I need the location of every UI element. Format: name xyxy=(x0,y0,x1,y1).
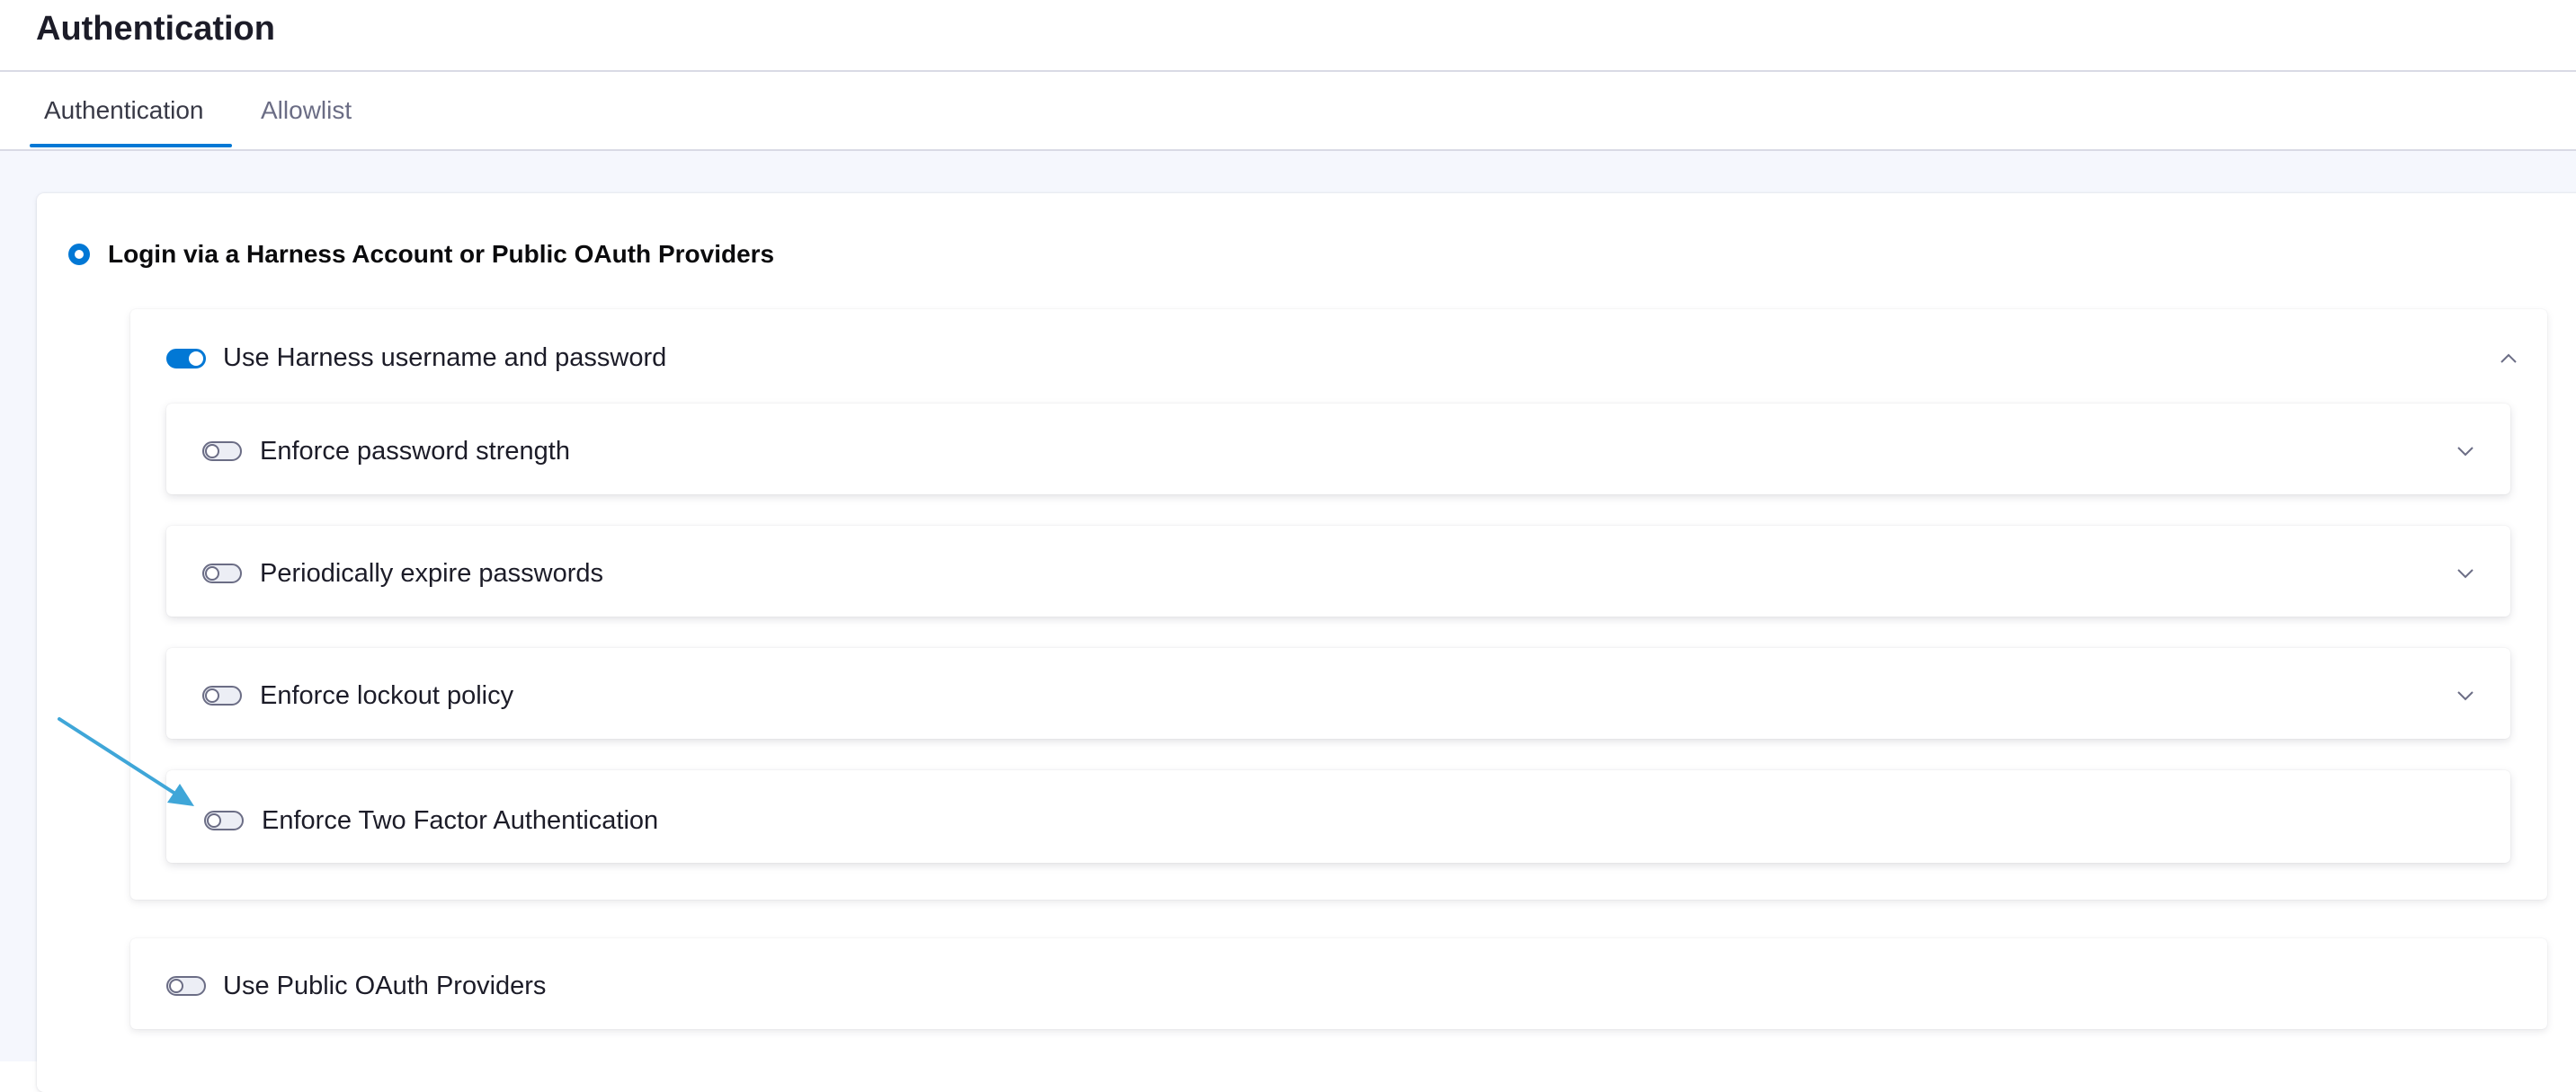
expire-passwords-toggle[interactable] xyxy=(202,564,242,583)
oauth-providers-toggle[interactable] xyxy=(166,976,206,996)
page-header: Authentication xyxy=(0,0,2576,72)
expire-passwords-label: Periodically expire passwords xyxy=(260,559,603,588)
harness-account-toggle[interactable] xyxy=(166,349,206,368)
tab-bar: Authentication Allowlist xyxy=(0,72,2576,151)
oauth-providers-label: Use Public OAuth Providers xyxy=(223,972,547,1000)
setting-panel-lockout-policy[interactable] xyxy=(166,648,2510,739)
chevron-down-icon[interactable] xyxy=(2455,440,2476,462)
active-tab-indicator xyxy=(30,144,232,147)
two-factor-toggle[interactable] xyxy=(204,811,244,830)
password-strength-label: Enforce password strength xyxy=(260,437,570,466)
lockout-policy-label: Enforce lockout policy xyxy=(260,681,514,710)
chevron-up-icon[interactable] xyxy=(2498,348,2519,369)
tab-authentication[interactable]: Authentication xyxy=(44,95,203,126)
two-factor-label: Enforce Two Factor Authentication xyxy=(262,806,659,835)
login-option-label: Login via a Harness Account or Public OA… xyxy=(108,240,775,268)
lockout-policy-toggle[interactable] xyxy=(202,686,242,706)
login-option-radio[interactable] xyxy=(68,244,90,265)
page-title: Authentication xyxy=(36,10,275,48)
chevron-down-icon[interactable] xyxy=(2455,563,2476,584)
harness-account-label: Use Harness username and password xyxy=(223,343,667,372)
password-strength-toggle[interactable] xyxy=(202,441,242,461)
tab-allowlist[interactable]: Allowlist xyxy=(261,95,352,126)
chevron-down-icon[interactable] xyxy=(2455,685,2476,706)
